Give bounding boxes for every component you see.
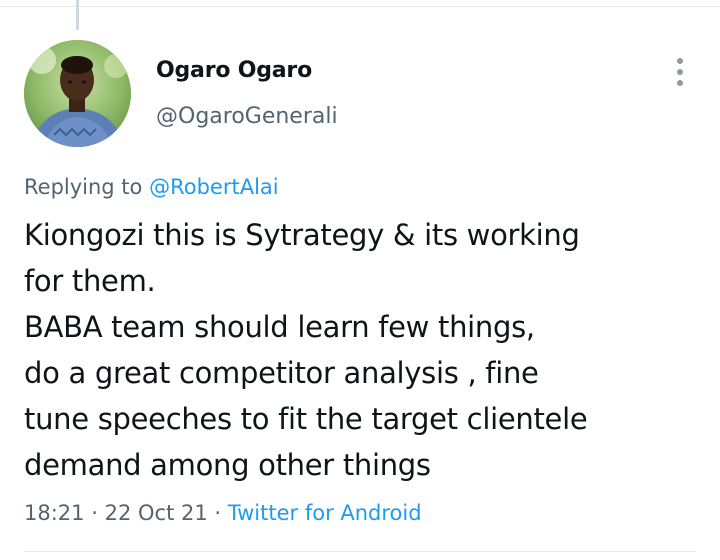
avatar-photo	[24, 40, 131, 147]
replying-to-mention[interactable]: @RobertAlai	[149, 175, 279, 199]
meta-separator: ·	[214, 501, 222, 525]
tweet-text-line: for them.	[24, 264, 156, 298]
replying-prefix: Replying to	[24, 175, 143, 199]
tweet-detail: Ogaro Ogaro @OgaroGenerali Replying to @…	[0, 0, 720, 560]
tweet-text-line: BABA team should learn few things,	[24, 310, 535, 344]
tweet-date[interactable]: 22 Oct 21	[105, 501, 208, 525]
tweet-text-line: demand among other things	[24, 448, 431, 482]
top-divider	[0, 6, 720, 7]
more-options-button[interactable]	[670, 56, 690, 88]
bottom-divider	[24, 551, 696, 552]
avatar[interactable]	[24, 40, 131, 147]
tweet-text-line: do a great competitor analysis , fine	[24, 356, 539, 390]
author-block[interactable]: Ogaro Ogaro @OgaroGenerali	[156, 57, 338, 131]
replying-to: Replying to @RobertAlai	[24, 173, 279, 201]
tweet-text-line: Kiongozi this is Sytrategy & its working	[24, 218, 580, 252]
author-name[interactable]: Ogaro Ogaro	[156, 57, 338, 85]
author-handle[interactable]: @OgaroGenerali	[156, 103, 338, 131]
tweet-source[interactable]: Twitter for Android	[228, 501, 422, 525]
tweet-meta: 18:21 · 22 Oct 21 · Twitter for Android	[24, 499, 422, 527]
tweet-text: Kiongozi this is Sytrategy & its working…	[24, 212, 704, 488]
tweet-time[interactable]: 18:21	[24, 501, 85, 525]
tweet-text-line: tune speeches to fit the target clientel…	[24, 402, 588, 436]
thread-connector-line	[76, 0, 79, 30]
meta-separator: ·	[91, 501, 98, 525]
